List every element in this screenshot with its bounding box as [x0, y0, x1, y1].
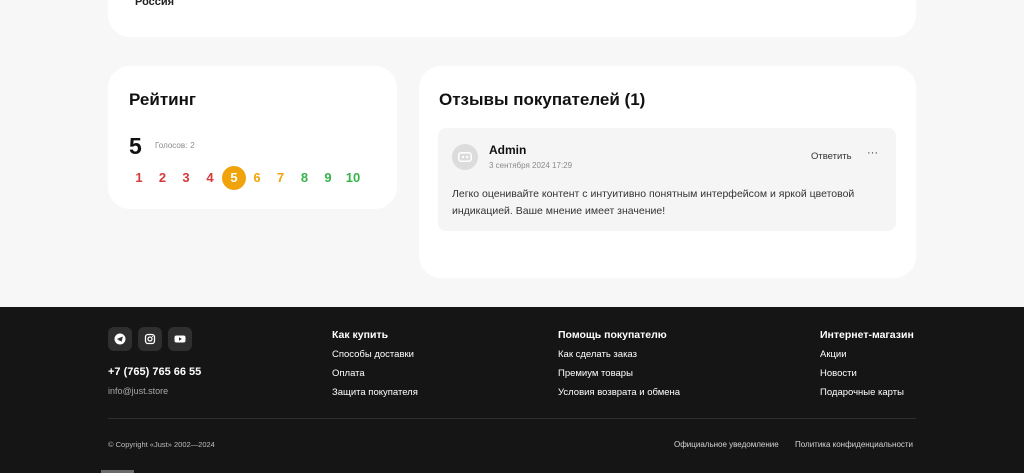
- review-item: Admin 3 сентября 2024 17:29 Ответить ···…: [438, 128, 896, 231]
- footer-link-gift-cards[interactable]: Подарочные карты: [820, 387, 914, 406]
- rating-option-1[interactable]: 1: [128, 167, 150, 189]
- footer-link-privacy-policy[interactable]: Политика конфиденциальности: [795, 440, 913, 449]
- youtube-button[interactable]: [168, 327, 192, 351]
- rating-option-9[interactable]: 9: [317, 167, 339, 189]
- footer-column-title: Помощь покупателю: [558, 329, 667, 341]
- rating-option-6[interactable]: 6: [246, 167, 268, 189]
- country-label: Россия: [135, 0, 175, 8]
- rating-votes: Голосов: 2: [155, 141, 195, 150]
- rating-option-3[interactable]: 3: [175, 167, 197, 189]
- rating-option-2[interactable]: 2: [152, 167, 174, 189]
- review-date: 3 сентября 2024 17:29: [489, 161, 573, 170]
- telegram-icon: [114, 333, 126, 345]
- footer-link-official-notice[interactable]: Официальное уведомление: [674, 440, 779, 449]
- more-options-button[interactable]: ···: [867, 147, 878, 159]
- footer-link-buyer-protection[interactable]: Защита покупателя: [332, 387, 418, 406]
- votes-count: 2: [190, 141, 195, 150]
- footer-link-news[interactable]: Новости: [820, 368, 914, 387]
- rating-option-10[interactable]: 10: [341, 167, 365, 189]
- site-footer: +7 (765) 765 66 55 info@just.store Как к…: [0, 307, 1024, 473]
- rating-card: Рейтинг 5 Голосов: 2 1 2 3 4 5 6 7 8 9 10: [108, 66, 397, 209]
- rating-option-7[interactable]: 7: [270, 167, 292, 189]
- reviews-title: Отзывы покупателей (1): [439, 90, 646, 109]
- footer-link-returns[interactable]: Условия возврата и обмена: [558, 387, 680, 406]
- footer-email[interactable]: info@just.store: [108, 386, 168, 396]
- footer-link-promotions[interactable]: Акции: [820, 349, 914, 368]
- rating-value: 5: [129, 133, 142, 159]
- reply-button[interactable]: Ответить: [811, 151, 852, 162]
- footer-phone[interactable]: +7 (765) 765 66 55: [108, 366, 201, 378]
- user-avatar-icon: [458, 152, 472, 162]
- votes-label: Голосов:: [155, 141, 188, 150]
- footer-column-help: Помощь покупателю Как сделать заказ Прем…: [558, 329, 680, 406]
- rating-title: Рейтинг: [129, 90, 196, 109]
- footer-column-how-to-buy: Как купить Способы доставки Оплата Защит…: [332, 329, 418, 406]
- review-author: Admin: [489, 143, 527, 157]
- review-text: Легко оценивайте контент с интуитивно по…: [452, 188, 855, 217]
- footer-link-delivery[interactable]: Способы доставки: [332, 349, 418, 368]
- telegram-button[interactable]: [108, 327, 132, 351]
- instagram-button[interactable]: [138, 327, 162, 351]
- rating-option-5[interactable]: 5: [222, 166, 246, 190]
- footer-link-premium[interactable]: Премиум товары: [558, 368, 680, 387]
- instagram-icon: [144, 333, 156, 345]
- rating-option-4[interactable]: 4: [199, 167, 221, 189]
- copyright: © Copyright «Just» 2002—2024: [108, 440, 215, 449]
- footer-column-title: Как купить: [332, 329, 389, 341]
- footer-link-payment[interactable]: Оплата: [332, 368, 418, 387]
- reviews-card: Отзывы покупателей (1) Admin 3 сентября …: [419, 66, 916, 278]
- footer-divider: [108, 418, 916, 419]
- footer-column-store: Интернет-магазин Акции Новости Подарочны…: [820, 329, 914, 406]
- footer-link-how-to-order[interactable]: Как сделать заказ: [558, 349, 680, 368]
- avatar: [452, 144, 478, 170]
- footer-column-title: Интернет-магазин: [820, 329, 914, 341]
- rating-option-8[interactable]: 8: [294, 167, 316, 189]
- youtube-icon: [174, 335, 186, 343]
- address-card: Россия: [108, 0, 916, 37]
